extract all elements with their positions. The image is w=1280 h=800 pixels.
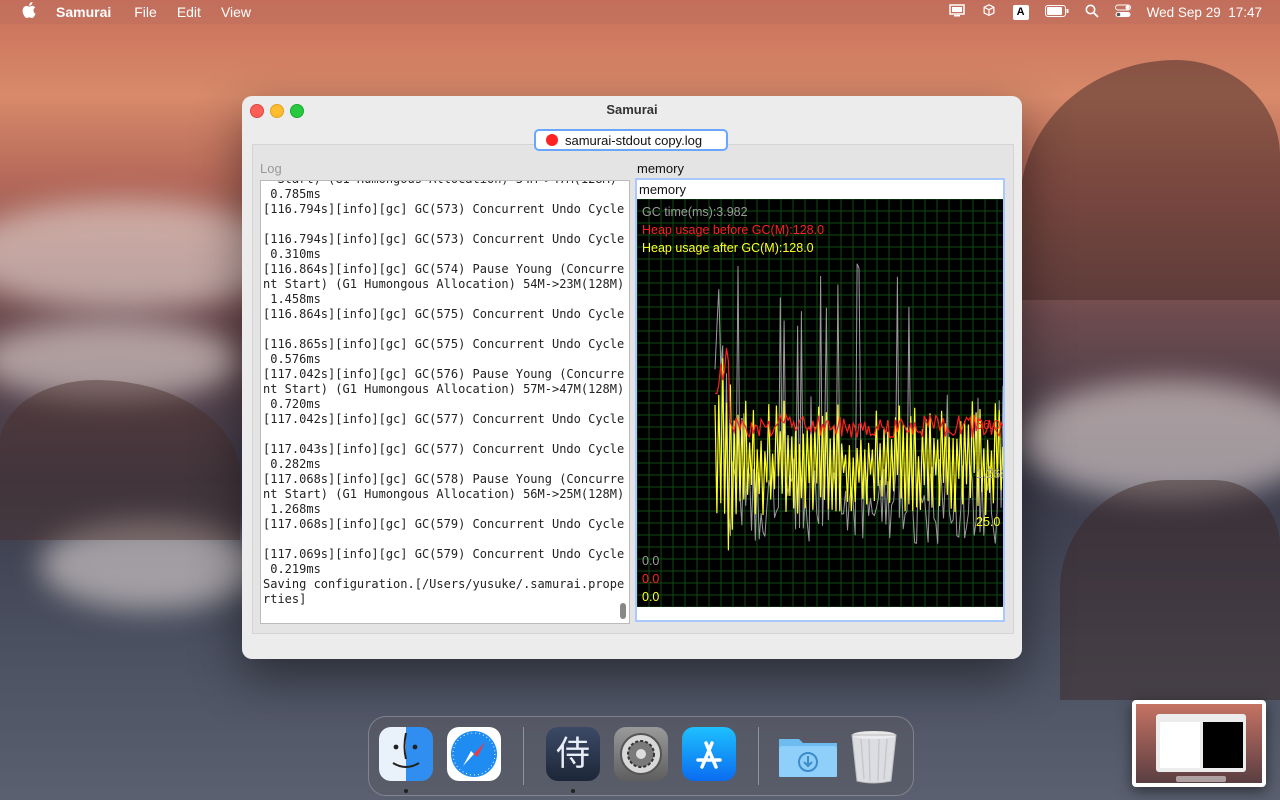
menu-clock[interactable]: Wed Sep 29 17:47 [1147,5,1262,20]
gear-icon [620,733,662,775]
menu-bar: Samurai File Edit View A Wed Sep 29 17:4… [0,0,1280,24]
chart-current-value-label: 1.268 [976,467,1003,481]
screenshot-thumbnail[interactable] [1132,700,1266,787]
dock-system-preferences[interactable] [614,727,668,781]
gc-memory-chart: GC time(ms):3.982 Heap usage before GC(M)… [637,199,1003,607]
samurai-app-icon: 侍 [556,735,590,773]
window-title: Samurai [606,102,658,117]
dock-separator [523,727,524,785]
tab-status-dot [546,134,558,146]
menu-edit[interactable]: Edit [177,4,201,20]
log-label: Log [260,161,282,176]
dock-samurai[interactable]: 侍 [546,727,600,781]
content-panel: Log Start) (G1 Humongous Allocation) 54M… [252,144,1014,634]
dock-safari[interactable] [447,727,501,781]
chart-legend-label: Heap usage before GC(M):128.0 [642,223,824,237]
spotlight-search-icon[interactable] [1085,4,1099,21]
chart-current-value-label: 25.0 [976,515,1000,529]
title-bar[interactable]: Samurai [242,96,1022,124]
package-icon[interactable] [981,4,997,20]
control-center-icon[interactable] [1114,4,1131,21]
chart-axis-min-label: 0.0 [642,554,659,568]
safari-compass-icon [451,731,497,777]
finder-running-indicator [404,789,408,793]
memory-label: memory [637,161,684,176]
dock-downloads[interactable] [777,727,837,781]
menu-view[interactable]: View [221,4,251,20]
dock-app-store[interactable] [682,727,736,781]
trash-icon [851,731,897,784]
chart-axis-min-label: 0.0 [642,572,659,586]
finder-icon [392,732,420,768]
dock-trash[interactable] [847,727,901,784]
gc-time-series-line [714,263,1003,544]
samurai-running-indicator [571,789,575,793]
chart-axis-min-label: 0.0 [642,590,659,604]
chart-current-value-label: 56.0 [976,418,1000,432]
downloads-folder-icon [779,739,837,777]
memory-tab[interactable]: memory [639,182,686,197]
apple-menu-icon[interactable] [22,2,36,22]
memory-panel: memory GC time(ms):3.982 Heap usage befor… [635,178,1005,622]
battery-icon[interactable] [1044,4,1069,20]
dock-separator [758,727,759,785]
log-scrollbar[interactable] [620,603,626,619]
menu-app-name[interactable]: Samurai [56,4,111,20]
thumbnail-preview [1136,704,1262,783]
log-text: Start) (G1 Humongous Allocation) 54M->47… [263,181,625,606]
dock-finder[interactable] [379,727,433,781]
menu-file[interactable]: File [134,4,157,20]
heap-before-gc-series-line [714,348,1003,439]
chart-legend-label: GC time(ms):3.982 [642,205,748,219]
display-icon[interactable] [948,4,965,20]
file-tab[interactable]: samurai-stdout copy.log [534,129,728,151]
app-store-icon [696,741,722,769]
dock: 侍 [368,716,914,796]
chart-legend-label: Heap usage after GC(M):128.0 [642,241,814,255]
input-source-icon[interactable]: A [1012,4,1029,20]
samurai-window: Samurai Log Start) (G1 Humongous Allocat… [242,96,1022,659]
log-text-area[interactable]: Start) (G1 Humongous Allocation) 54M->47… [260,180,630,624]
file-tab-label: samurai-stdout copy.log [565,132,703,148]
